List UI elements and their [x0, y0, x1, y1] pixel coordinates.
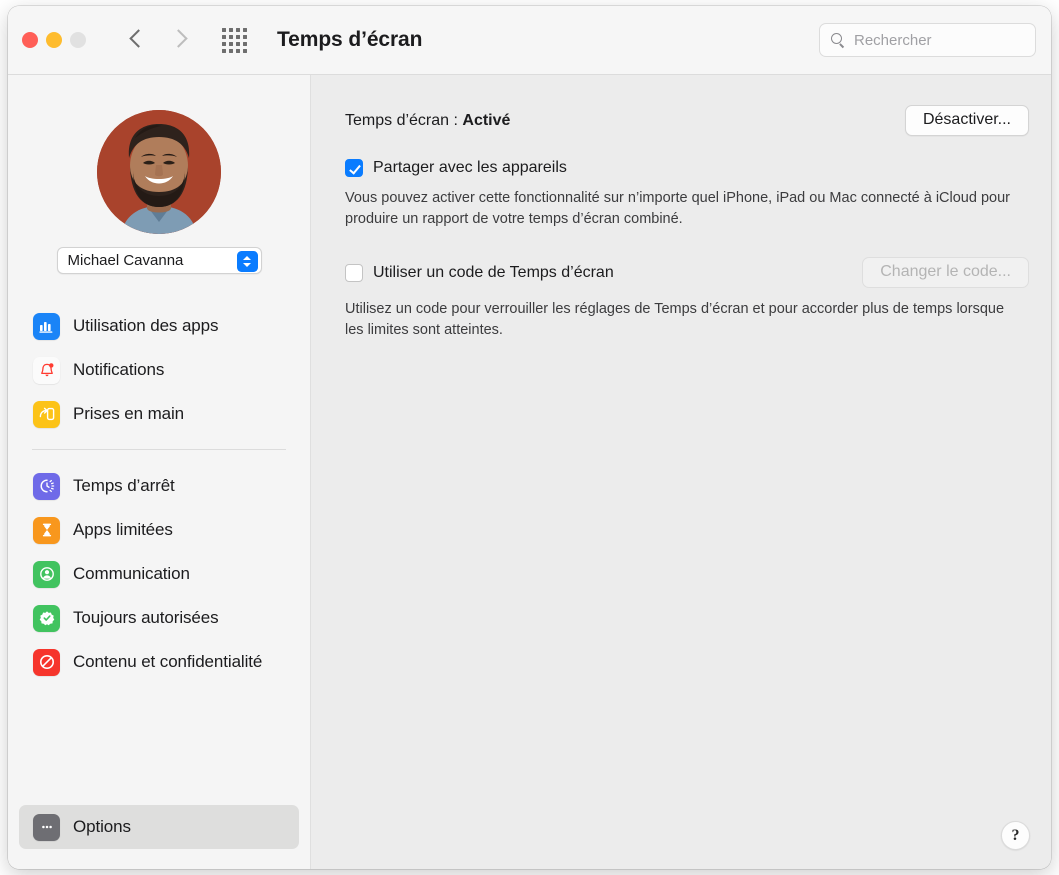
app-usage-icon — [33, 312, 60, 340]
search-icon — [831, 32, 846, 48]
navigation-buttons — [130, 28, 186, 52]
sidebar-divider — [32, 449, 286, 450]
sidebar-item-label: Temps d’arrêt — [73, 476, 175, 495]
check-badge-icon — [33, 604, 60, 632]
preferences-window: Temps d’écran Rechercher Michael Cavanna… — [8, 6, 1051, 869]
zoom-button — [70, 32, 86, 48]
avatar-container — [8, 110, 310, 234]
screen-time-status-value: Activé — [462, 111, 511, 129]
sidebar-item-label: Notifications — [73, 360, 165, 379]
traffic-lights — [22, 32, 86, 48]
pickups-icon — [33, 400, 60, 428]
passcode-description: Utilisez un code pour verrouiller les ré… — [345, 301, 1005, 338]
sidebar: Michael Cavanna Utilisation des apps Not… — [8, 75, 311, 869]
sidebar-item-label: Options — [73, 817, 131, 836]
change-passcode-button: Changer le code... — [862, 257, 1029, 289]
use-passcode-row: Utiliser un code de Temps d’écran Change… — [345, 257, 1029, 289]
share-description: Vous pouvez activer cette fonctionnalité… — [345, 190, 1010, 227]
downtime-icon — [33, 472, 60, 500]
window-body: Michael Cavanna Utilisation des apps Not… — [8, 75, 1051, 869]
up-down-chevron-icon — [236, 250, 258, 272]
person-circle-icon — [33, 560, 60, 588]
sidebar-item-downtime[interactable]: Temps d’arrêt — [19, 464, 299, 508]
sidebar-item-label: Contenu et confidentialité — [73, 652, 263, 671]
sidebar-item-options[interactable]: Options — [19, 805, 299, 849]
sidebar-item-app-usage[interactable]: Utilisation des apps — [19, 304, 299, 348]
screen-time-status: Temps d’écran : Activé — [345, 112, 510, 130]
use-passcode-checkbox[interactable]: Utiliser un code de Temps d’écran — [345, 263, 614, 282]
sidebar-item-content-privacy[interactable]: Contenu et confidentialité — [19, 640, 299, 684]
close-button[interactable] — [22, 32, 38, 48]
share-across-devices-row: Partager avec les appareils — [345, 159, 1029, 177]
checkbox-checked-icon[interactable] — [345, 159, 363, 177]
sidebar-item-always-allowed[interactable]: Toujours autorisées — [19, 596, 299, 640]
sidebar-item-app-limits[interactable]: Apps limitées — [19, 508, 299, 552]
ellipsis-icon — [33, 813, 60, 841]
content-pane: Temps d’écran : Activé Désactiver... Par… — [311, 75, 1051, 869]
search-input[interactable] — [854, 31, 1051, 49]
sidebar-item-label: Toujours autorisées — [73, 608, 219, 627]
sidebar-options-group: Options — [8, 805, 310, 849]
bell-icon — [33, 356, 60, 384]
sidebar-item-label: Utilisation des apps — [73, 316, 219, 335]
chevron-left-icon[interactable] — [130, 28, 144, 52]
sidebar-item-pickups[interactable]: Prises en main — [19, 392, 299, 436]
account-popup-button[interactable]: Michael Cavanna — [56, 247, 262, 274]
sidebar-item-label: Prises en main — [73, 404, 185, 423]
account-name: Michael Cavanna — [67, 252, 184, 269]
use-passcode-label: Utiliser un code de Temps d’écran — [373, 263, 614, 281]
screen-time-status-row: Temps d’écran : Activé Désactiver... — [345, 105, 1029, 136]
search-field[interactable] — [819, 23, 1051, 57]
turn-off-button[interactable]: Désactiver... — [904, 105, 1029, 136]
sidebar-group-usage: Utilisation des apps Notifications Prise… — [8, 304, 310, 436]
sidebar-item-communication[interactable]: Communication — [19, 552, 299, 596]
share-across-devices-checkbox[interactable]: Partager avec les appareils — [345, 159, 567, 177]
sidebar-item-label: Communication — [73, 564, 190, 583]
minimize-button[interactable] — [46, 32, 62, 48]
show-all-preferences-icon[interactable] — [222, 27, 247, 53]
share-across-devices-label: Partager avec les appareils — [373, 159, 567, 176]
sidebar-group-limits: Temps d’arrêt Apps limitées Communicatio… — [8, 464, 310, 684]
no-entry-icon — [33, 648, 60, 676]
help-button[interactable]: ? — [1001, 821, 1030, 850]
sidebar-item-label: Apps limitées — [73, 520, 173, 539]
hourglass-icon — [33, 516, 60, 544]
screen-time-status-label: Temps d’écran : — [345, 111, 458, 129]
chevron-right-icon — [172, 28, 186, 52]
avatar[interactable] — [97, 110, 221, 234]
checkbox-unchecked-icon[interactable] — [345, 263, 363, 282]
page-title: Temps d’écran — [277, 28, 423, 51]
sidebar-item-notifications[interactable]: Notifications — [19, 348, 299, 392]
window-titlebar: Temps d’écran — [8, 6, 1051, 75]
